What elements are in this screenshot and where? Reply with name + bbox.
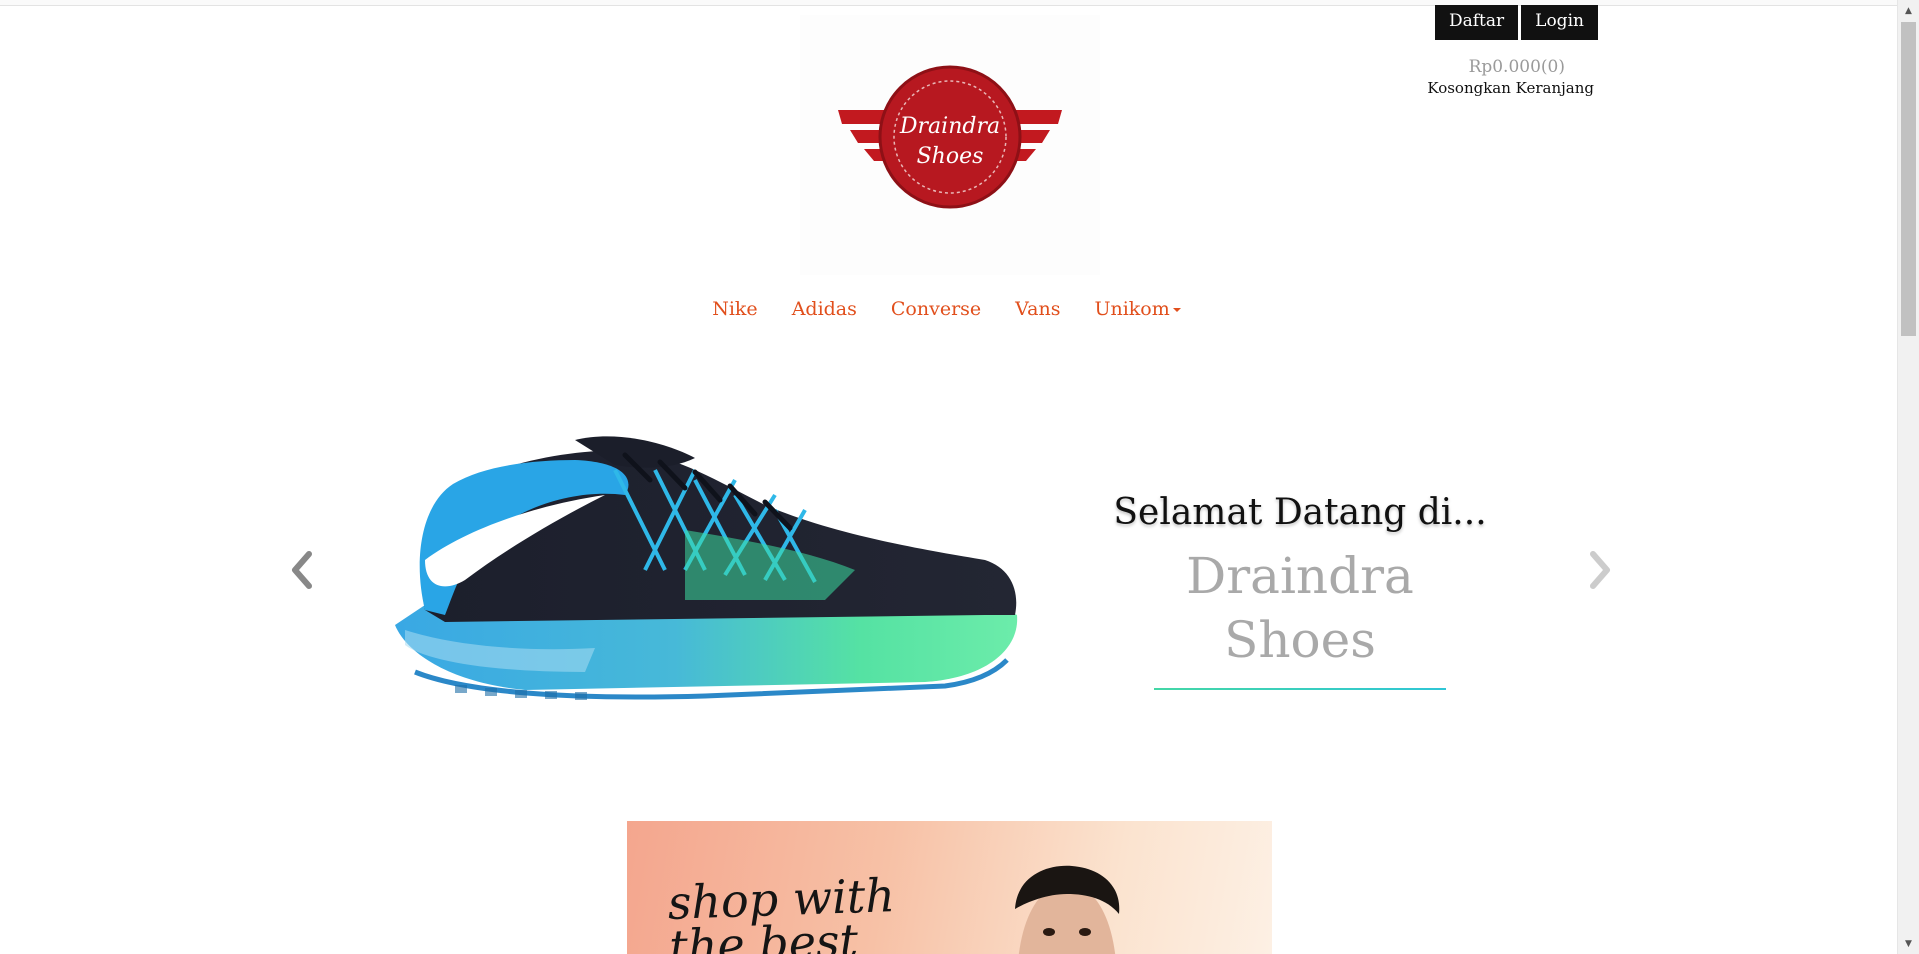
scroll-down-icon[interactable]: ▼	[1898, 935, 1919, 952]
model-photo	[1015, 865, 1120, 954]
main-nav: Nike Adidas Converse Vans Unikom	[0, 298, 1898, 320]
hero-brand: Draindra Shoes	[1186, 547, 1414, 669]
cart-summary: Rp0.000(0) Kosongkan Keranjang	[1400, 56, 1594, 98]
nav-item-converse[interactable]: Converse	[891, 298, 981, 320]
scroll-up-icon[interactable]: ▲	[1898, 2, 1919, 19]
nav-item-label: Converse	[890, 298, 982, 320]
hero-welcome: Selamat Datang di...	[1113, 492, 1487, 533]
site-logo[interactable]: Draindra Shoes	[800, 15, 1100, 275]
nav-item-label: Adidas	[791, 298, 857, 320]
nav-item-unikom[interactable]: Unikom	[1094, 298, 1181, 320]
auth-buttons: Daftar Login	[1435, 5, 1598, 40]
register-button[interactable]: Daftar	[1435, 5, 1519, 40]
nav-item-label: Nike	[712, 298, 758, 320]
caret-down-icon	[1172, 308, 1181, 312]
logo-emblem: Draindra Shoes	[838, 65, 1062, 209]
chevron-right-icon	[1590, 551, 1610, 589]
hero-carousel: Selamat Datang di... Draindra Shoes	[270, 380, 1630, 740]
nav-item-adidas[interactable]: Adidas	[792, 298, 857, 320]
login-button[interactable]: Login	[1521, 5, 1598, 40]
nav-item-label: Unikom	[1094, 298, 1170, 320]
vertical-scrollbar[interactable]: ▲ ▼	[1897, 0, 1919, 954]
cart-total[interactable]: Rp0.000(0)	[1400, 56, 1565, 78]
scroll-thumb[interactable]	[1901, 22, 1916, 336]
carousel-next-button[interactable]	[1580, 550, 1620, 590]
carousel-prev-button[interactable]	[282, 550, 322, 590]
hero-divider	[1154, 688, 1446, 690]
logo-text-line1: Draindra	[899, 114, 1000, 139]
hero-caption: Selamat Datang di... Draindra Shoes	[1110, 490, 1490, 690]
promo-banner[interactable]: shop with the best	[627, 821, 1272, 954]
promo-text: shop with the best	[666, 868, 896, 954]
browser-top-edge	[0, 0, 1898, 6]
empty-cart-link[interactable]: Kosongkan Keranjang	[1400, 78, 1594, 98]
nav-item-vans[interactable]: Vans	[1015, 298, 1060, 320]
chevron-left-icon	[292, 551, 312, 589]
shoe-image	[395, 436, 1018, 700]
nav-item-label: Vans	[1015, 298, 1061, 320]
nav-item-nike[interactable]: Nike	[712, 298, 757, 320]
logo-text-line2: Shoes	[917, 144, 984, 169]
